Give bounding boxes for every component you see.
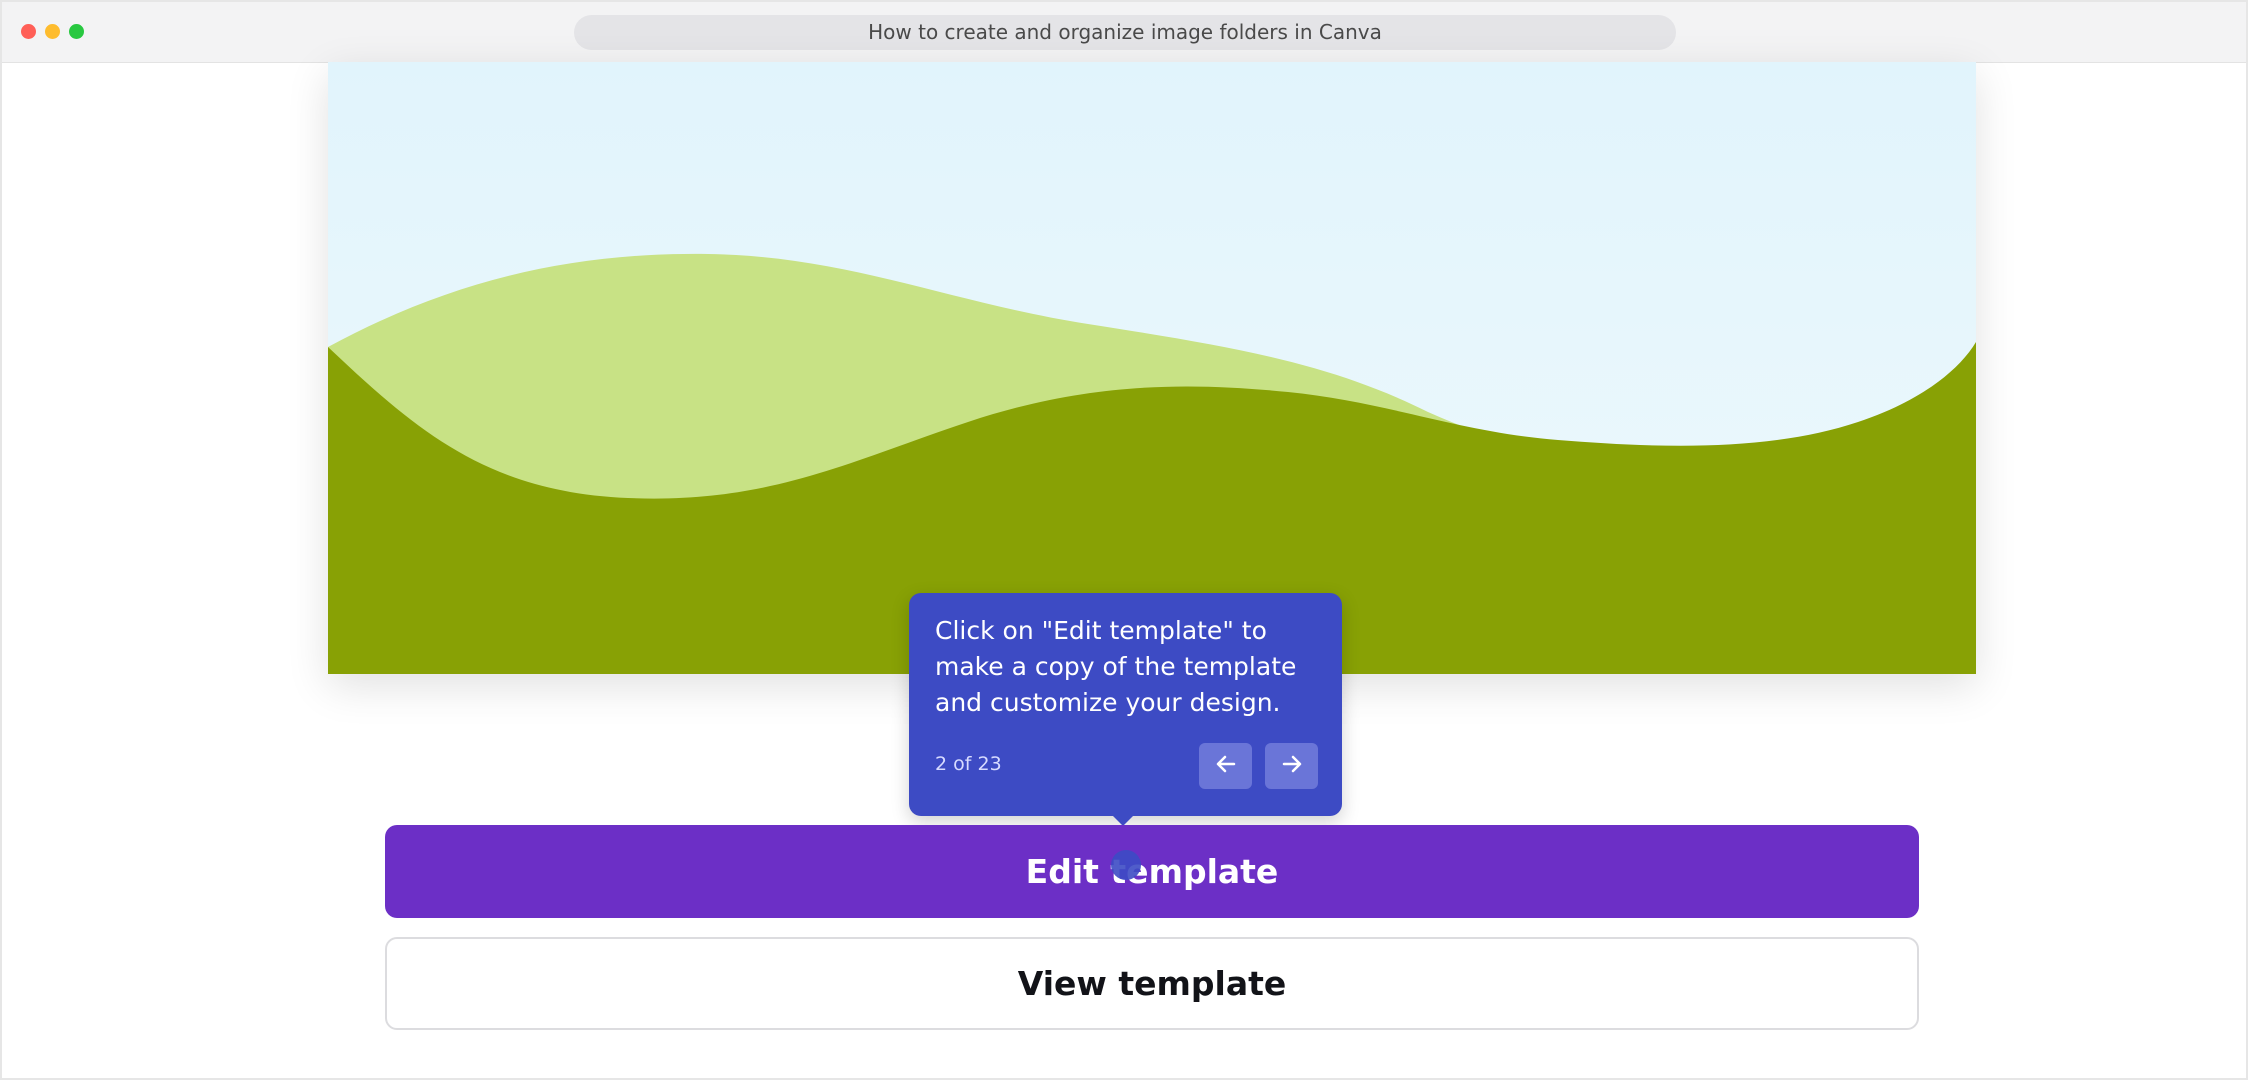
arrow-right-icon <box>1281 753 1303 779</box>
tutorial-tooltip: Click on "Edit template" to make a copy … <box>909 593 1342 826</box>
view-template-button[interactable]: View template <box>385 937 1919 1030</box>
step-counter: 2 of 23 <box>935 753 1002 775</box>
previous-step-button[interactable] <box>1199 743 1252 789</box>
browser-window: How to create and organize image folders… <box>0 0 2248 1080</box>
minimize-window-icon[interactable] <box>45 24 60 39</box>
close-window-icon[interactable] <box>21 24 36 39</box>
title-bar: How to create and organize image folders… <box>2 2 2246 63</box>
maximize-window-icon[interactable] <box>69 24 84 39</box>
edit-template-button[interactable]: Edit template <box>385 825 1919 918</box>
arrow-left-icon <box>1215 753 1237 779</box>
next-step-button[interactable] <box>1265 743 1318 789</box>
template-preview-image <box>328 62 1976 674</box>
landscape-illustration <box>328 62 1976 674</box>
window-title: How to create and organize image folders… <box>574 15 1676 50</box>
click-indicator <box>1111 850 1141 880</box>
tooltip-text: Click on "Edit template" to make a copy … <box>935 616 1297 717</box>
